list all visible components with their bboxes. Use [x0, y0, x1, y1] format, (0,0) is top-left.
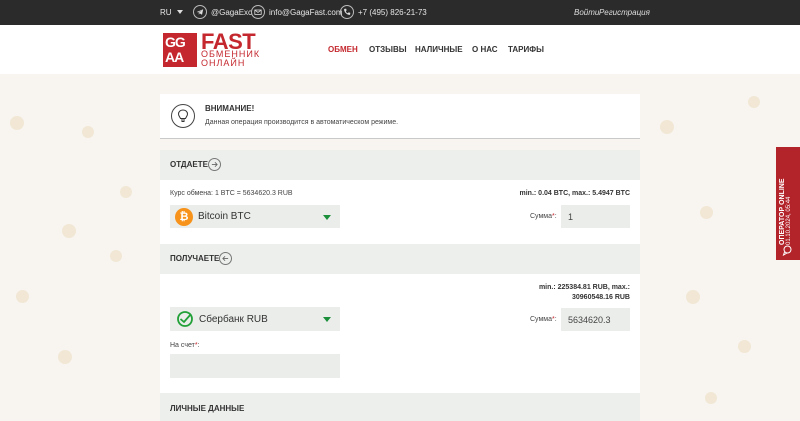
account-label: На счет*:	[170, 342, 200, 349]
chevron-down-icon	[176, 10, 183, 14]
telegram-contact[interactable]: @GagaExc	[193, 5, 252, 19]
nav-cash[interactable]: НАЛИЧНЫЕ	[415, 45, 463, 54]
telegram-icon	[193, 5, 207, 19]
get-panel: min.: 225384.81 RUB, max.: 30960548.16 R…	[160, 274, 640, 393]
attention-alert: ВНИМАНИЕ! Данная операция производится в…	[160, 94, 640, 139]
personal-title: ЛИЧНЫЕ ДАННЫЕ	[170, 404, 245, 413]
alert-text: Данная операция производится в автоматич…	[205, 119, 399, 126]
arrow-left-icon	[219, 252, 232, 265]
get-limits-line1: min.: 225384.81 RUB, max.:	[538, 284, 630, 291]
phone-number: +7 (495) 826-21-73	[358, 7, 427, 17]
arrow-right-icon	[208, 158, 221, 171]
operator-datetime: 01.10.2024, 05:44	[786, 196, 792, 245]
operator-online-tab[interactable]: ОПЕРАТОР ONLINE 01.10.2024, 05:44	[776, 147, 800, 260]
chevron-down-icon	[323, 317, 331, 322]
lightbulb-icon	[171, 104, 195, 128]
language-selector[interactable]: RU	[160, 8, 183, 17]
give-title: ОТДАЕТЕ	[170, 160, 208, 169]
get-header: ПОЛУЧАЕТЕ	[160, 244, 640, 274]
give-header: ОТДАЕТЕ	[160, 150, 640, 180]
operator-title: ОПЕРАТОР ONLINE	[779, 178, 786, 245]
nav-tariffs[interactable]: ТАРИФЫ	[508, 45, 544, 54]
account-input[interactable]	[170, 354, 340, 378]
alert-title: ВНИМАНИЕ!	[205, 104, 255, 113]
exchange-rate: Курс обмена: 1 BTC = 5634620.3 RUB	[170, 190, 293, 197]
logo-mark-bottom: AA	[165, 49, 184, 65]
give-sum-label-text: Сумма	[530, 213, 552, 220]
phone-contact[interactable]: +7 (495) 826-21-73	[340, 5, 427, 19]
get-sum-label: Сумма*:	[530, 316, 557, 323]
get-title: ПОЛУЧАЕТЕ	[170, 254, 220, 263]
give-sum-input[interactable]: 1	[561, 205, 630, 228]
register-link[interactable]: Регистрация	[599, 8, 650, 17]
telegram-handle: @GagaExc	[211, 7, 253, 17]
mail-icon	[251, 5, 265, 19]
email-address: info@GagaFast.com	[269, 7, 343, 17]
give-currency-select[interactable]: ₿ Bitcoin BTC	[170, 205, 340, 228]
email-contact[interactable]: info@GagaFast.com	[251, 5, 342, 19]
bitcoin-icon: ₿	[175, 207, 193, 226]
logo-mark-top: GG	[165, 34, 186, 50]
logo-mark[interactable]: GG AA	[163, 33, 197, 67]
give-panel: Курс обмена: 1 BTC = 5634620.3 RUB min.:…	[160, 180, 640, 244]
language-label: RU	[160, 8, 172, 17]
get-sum-label-text: Сумма	[530, 316, 552, 323]
nav-reviews[interactable]: ОТЗЫВЫ	[369, 45, 407, 54]
get-currency-label: Сбербанк RUB	[199, 313, 268, 325]
get-currency-select[interactable]: Сбербанк RUB	[170, 307, 340, 331]
top-bar: RU @GagaExc info@GagaFast.com +7 (495) 8…	[0, 0, 800, 25]
operator-text: ОПЕРАТОР ONLINE 01.10.2024, 05:44	[779, 145, 797, 245]
give-sum-label: Сумма*:	[530, 213, 557, 220]
get-sum-input[interactable]: 5634620.3	[561, 308, 630, 331]
account-label-text: На счет	[170, 342, 195, 349]
sberbank-icon	[177, 311, 193, 327]
nav-exchange[interactable]: ОБМЕН	[328, 45, 358, 54]
login-link[interactable]: Войти	[574, 8, 599, 17]
phone-icon	[340, 5, 354, 19]
give-currency-label: Bitcoin BTC	[198, 211, 251, 222]
logo-subtitle-2: ОНЛАЙН	[201, 58, 246, 68]
give-limits: min.: 0.04 BTC, max.: 5.4947 BTC	[519, 190, 630, 197]
nav-about[interactable]: О НАС	[472, 45, 498, 54]
get-limits-line2: 30960548.16 RUB	[572, 294, 630, 301]
chat-icon	[782, 245, 792, 256]
personal-header: ЛИЧНЫЕ ДАННЫЕ	[160, 393, 640, 421]
chevron-down-icon	[323, 214, 331, 220]
